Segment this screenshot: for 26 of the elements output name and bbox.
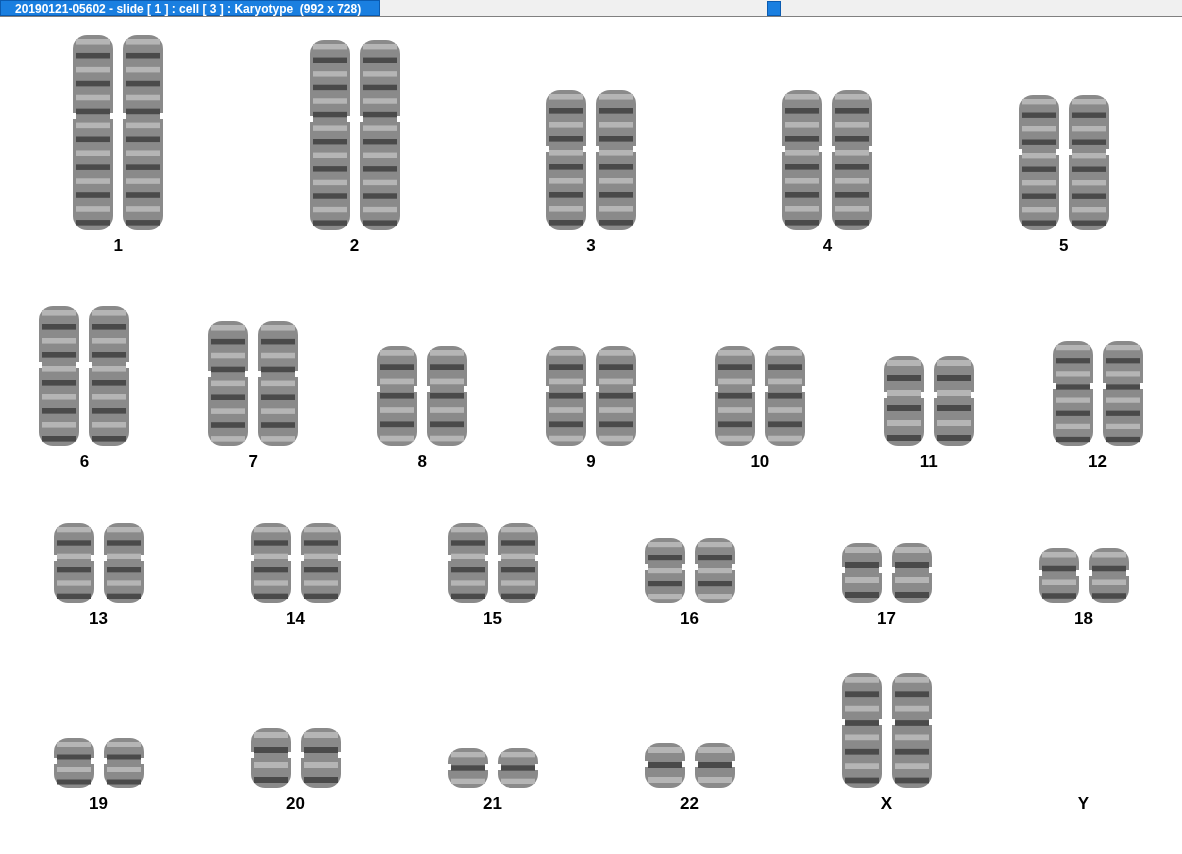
chromosome-number: 22	[680, 794, 699, 814]
scroll-thumb-icon[interactable]	[767, 1, 781, 16]
chromosome-number: 19	[89, 794, 108, 814]
chromosome-number: 10	[750, 452, 770, 472]
chromosome-number: 8	[417, 452, 427, 472]
chromosome-number: 1	[113, 236, 123, 256]
chromosome-number: Y	[1077, 794, 1090, 814]
chromosome-number: 4	[822, 236, 833, 256]
chromosome-number: 16	[680, 609, 699, 629]
window-title: 20190121-05602 - slide [ 1 ] : cell [ 3 ] : Karyotype (992 x 728)	[0, 0, 380, 16]
chromosome-number: 5	[1059, 236, 1069, 256]
chromosome-number: 3	[586, 236, 596, 256]
chromosome-number: 2	[349, 236, 360, 256]
chromosome-number: 21	[483, 794, 502, 814]
chromosome-number: 12	[1088, 452, 1108, 472]
chromosome-number: 15	[483, 609, 502, 629]
chromosome-number: 14	[286, 609, 305, 629]
chromosome-number: 20	[286, 794, 305, 814]
chromosome-number: 11	[919, 452, 938, 472]
chromosome-number: 17	[877, 609, 896, 629]
chromosome-number: 18	[1074, 609, 1093, 629]
chromosome-number: X	[880, 794, 893, 814]
chromosome-number: 9	[586, 452, 596, 472]
chromosome-number: 6	[79, 452, 90, 472]
chromosome-number: 7	[248, 452, 258, 472]
chromosome-number: 13	[89, 609, 108, 629]
